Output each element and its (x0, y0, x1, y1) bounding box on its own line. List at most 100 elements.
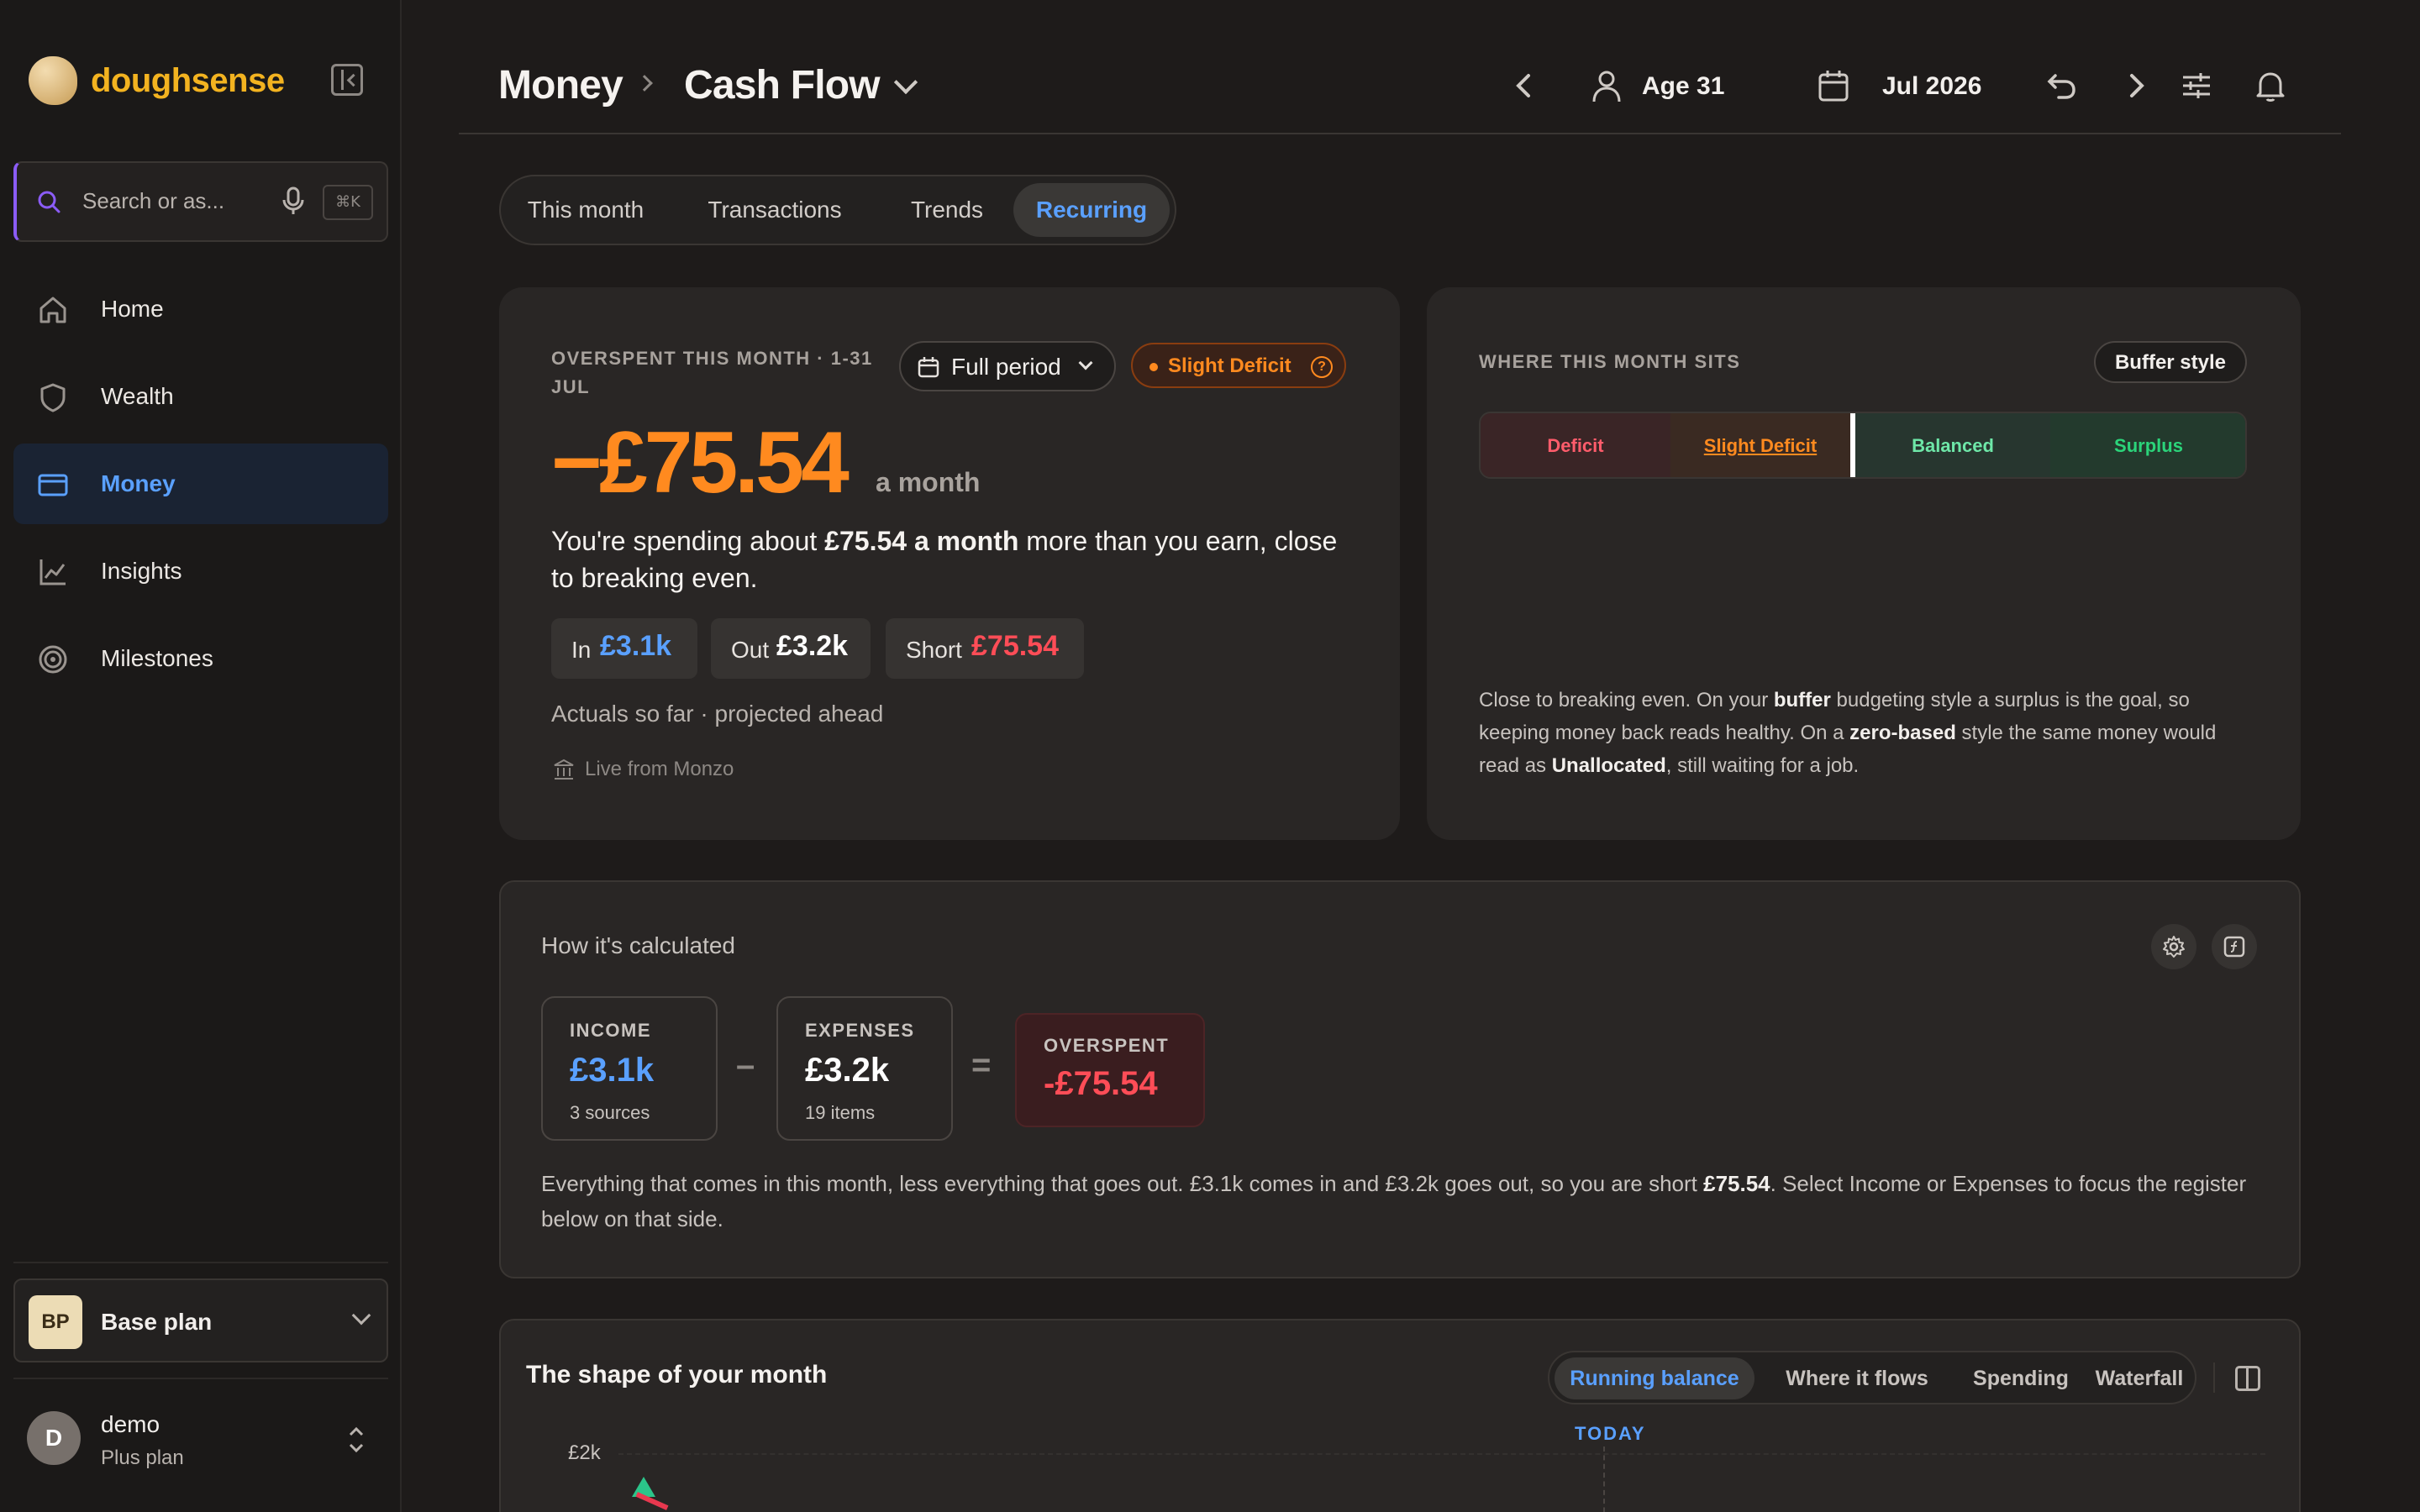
income-sub: 3 sources (570, 1102, 650, 1123)
chevron-down-icon (351, 1305, 371, 1326)
chevron-down-icon (1078, 355, 1093, 370)
expenses-sub: 19 items (805, 1102, 876, 1123)
user-name: demo (101, 1411, 160, 1437)
shield-icon (40, 383, 66, 412)
segment-deficit[interactable]: Deficit (1481, 413, 1670, 477)
position-scale: Deficit Slight Deficit Balanced Surplus (1479, 412, 2247, 479)
formula-icon (2223, 936, 2245, 958)
bell-icon[interactable] (2252, 67, 2289, 104)
segment-slight-deficit[interactable]: Slight Deficit (1670, 413, 1850, 477)
tab-transactions[interactable]: Transactions (687, 183, 862, 237)
status-text: Slight Deficit (1168, 354, 1292, 377)
chip-label: In (571, 637, 592, 663)
overspent-amount: −£75.54 (551, 414, 850, 512)
chevron-updown-icon[interactable] (346, 1423, 366, 1457)
income-box[interactable]: INCOME £3.1k 3 sources (541, 996, 718, 1141)
calculation-description: Everything that comes in this month, les… (541, 1166, 2255, 1236)
income-chip: In £3.1k (551, 618, 697, 679)
sidebar-item-wealth[interactable]: Wealth (13, 356, 388, 437)
overspent-box: OVERSPENT -£75.54 (1015, 1013, 1205, 1127)
overspent-label: OVERSPENT (1044, 1035, 1170, 1056)
settings-button[interactable] (2151, 924, 2196, 969)
summary-text-part: You're spending about (551, 526, 825, 556)
page-title[interactable]: Cash Flow (684, 62, 881, 108)
explanation-part: buffer (1773, 689, 1831, 711)
buffer-style-label: Buffer style (2114, 351, 2227, 374)
buffer-style-button[interactable]: Buffer style (2094, 341, 2247, 383)
overview-card: OVERSPENT THIS MONTH · 1-31 JUL Full per… (499, 287, 1400, 840)
sidebar-item-milestones[interactable]: Milestones (13, 618, 388, 699)
plan-badge: BP (29, 1295, 82, 1349)
period-button[interactable]: Full period (899, 341, 1116, 391)
chip-value: £75.54 (971, 630, 1059, 662)
amount-suffix: a month (876, 467, 981, 497)
avatar[interactable]: D (27, 1411, 81, 1465)
chevron-right-icon[interactable] (2118, 67, 2154, 104)
overview-eyebrow-line: JUL (551, 376, 591, 397)
tab-this-month[interactable]: This month (514, 183, 657, 237)
plan-selector[interactable]: BP Base plan (13, 1278, 388, 1362)
divider (13, 1378, 388, 1379)
divider (2213, 1362, 2215, 1393)
short-chip: Short £75.54 (886, 618, 1084, 679)
split-view-icon[interactable] (2235, 1366, 2260, 1391)
calculation-card: How it's calculated INCOME £3.1k 3 sourc… (499, 880, 2301, 1278)
tab-where-it-flows[interactable]: Where it flows (1761, 1357, 1953, 1399)
plan-name: Base plan (101, 1309, 213, 1335)
chevron-down-icon[interactable] (893, 70, 918, 95)
month-shape-title: The shape of your month (526, 1361, 828, 1389)
sidebar-item-label: Insights (101, 558, 182, 584)
search-input[interactable]: Search or as... ⌘K (13, 161, 388, 242)
description-part: Everything that comes in this month, les… (541, 1171, 1704, 1196)
chevron-right-icon (636, 75, 653, 92)
segment-surplus[interactable]: Surplus (2050, 413, 2245, 477)
overspent-value: -£75.54 (1044, 1065, 1158, 1102)
style-explanation: Close to breaking even. On your buffer b… (1479, 684, 2260, 782)
chip-label: Out (731, 637, 770, 663)
chevron-left-icon[interactable] (1506, 67, 1543, 104)
tab-recurring[interactable]: Recurring (1013, 183, 1170, 237)
position-eyebrow: WHERE THIS MONTH SITS (1479, 351, 1741, 372)
today-label: TODAY (1575, 1423, 1646, 1444)
sidebar-item-label: Home (101, 296, 164, 322)
mic-icon[interactable] (281, 186, 306, 217)
chart-icon (39, 559, 66, 585)
tab-trends[interactable]: Trends (892, 183, 1002, 237)
data-source: Live from Monzo (585, 758, 734, 780)
breadcrumb-money[interactable]: Money (498, 62, 623, 108)
sliders-icon[interactable] (2178, 67, 2215, 104)
tab-waterfall[interactable]: Waterfall (2087, 1357, 2191, 1399)
y-axis-tick: £2k (568, 1441, 601, 1464)
header-divider (459, 133, 2341, 134)
explanation-part: , still waiting for a job. (1665, 754, 1860, 777)
logo-icon (29, 56, 77, 105)
tab-running-balance[interactable]: Running balance (1555, 1357, 1754, 1399)
sidebar-item-insights[interactable]: Insights (13, 531, 388, 612)
today-marker (1603, 1446, 1605, 1512)
chart-view-tabs: Running balance Where it flows Spending … (1548, 1351, 2196, 1404)
tab-spending[interactable]: Spending (1956, 1357, 2086, 1399)
card-icon (38, 474, 68, 496)
chart-gridline (618, 1453, 2265, 1455)
sidebar-item-label: Money (101, 470, 176, 496)
segment-balanced[interactable]: Balanced (1855, 413, 2050, 477)
bank-icon (554, 759, 574, 780)
expenses-box[interactable]: EXPENSES £3.2k 19 items (776, 996, 953, 1141)
overview-eyebrow: OVERSPENT THIS MONTH · 1-31 JUL (551, 344, 873, 402)
divider (13, 1262, 388, 1263)
formula-button[interactable] (2212, 924, 2257, 969)
age-selector[interactable]: Age 31 (1642, 72, 1724, 101)
undo-icon[interactable] (2044, 67, 2081, 104)
summary-text: You're spending about £75.54 a month mor… (551, 522, 1358, 596)
collapse-sidebar-icon[interactable] (331, 64, 363, 96)
chip-value: £3.1k (600, 630, 672, 662)
sidebar-item-money[interactable]: Money (13, 444, 388, 524)
search-icon (38, 191, 60, 213)
person-icon (1592, 71, 1621, 102)
calculation-title: How it's calculated (541, 932, 735, 958)
status-badge[interactable]: Slight Deficit ? (1131, 343, 1346, 388)
help-icon[interactable]: ? (1311, 356, 1333, 378)
date-selector[interactable]: Jul 2026 (1882, 72, 1981, 101)
brand[interactable]: doughsense (29, 54, 285, 108)
sidebar-item-home[interactable]: Home (13, 269, 388, 349)
